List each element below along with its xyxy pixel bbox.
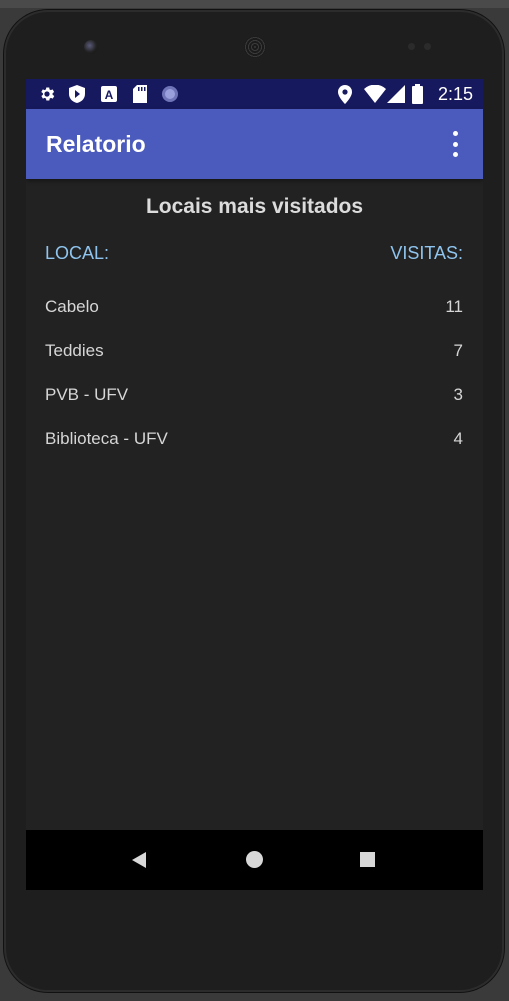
signal-icon: [386, 84, 406, 104]
device-screen: A 2:15 Relatorio Locais mais visitados L…: [26, 79, 483, 890]
place-name: Biblioteca - UFV: [45, 429, 168, 448]
sync-circle-icon: [160, 84, 180, 104]
proximity-sensor: [408, 43, 415, 50]
list-item: Cabelo 11: [45, 297, 463, 321]
visit-count: 11: [445, 297, 463, 316]
visit-count: 3: [453, 385, 463, 404]
place-name: Cabelo: [45, 297, 99, 316]
a-box-icon: A: [99, 84, 119, 104]
app-bar: Relatorio: [26, 109, 483, 179]
sd-card-icon: [130, 84, 150, 104]
visit-count: 7: [453, 341, 463, 360]
wifi-icon: [363, 84, 387, 104]
back-icon[interactable]: [132, 852, 146, 868]
navigation-bar: [26, 830, 483, 890]
location-pin-icon: [335, 84, 355, 104]
clock: 2:15: [437, 84, 473, 104]
place-name: Teddies: [45, 341, 104, 360]
battery-icon: [410, 84, 424, 104]
column-header-visitas: VISITAS:: [390, 243, 463, 263]
more-vert-icon[interactable]: [447, 131, 463, 157]
visit-count: 4: [453, 429, 463, 448]
shield-play-icon: [67, 84, 87, 104]
report-heading: Locais mais visitados: [145, 195, 364, 218]
front-camera: [84, 40, 98, 54]
column-header-local: LOCAL:: [45, 243, 110, 263]
home-icon[interactable]: [246, 851, 263, 868]
earpiece-speaker: [244, 36, 266, 58]
gear-icon: [37, 84, 57, 104]
host-window-strip: [0, 0, 509, 8]
report-content: Locais mais visitados LOCAL: VISITAS: Ca…: [26, 179, 483, 830]
recents-icon[interactable]: [360, 852, 375, 867]
app-title: Relatorio: [46, 131, 146, 157]
place-name: PVB - UFV: [45, 385, 129, 404]
list-item: Biblioteca - UFV 4: [45, 429, 463, 453]
list-item: PVB - UFV 3: [45, 385, 463, 409]
list-item: Teddies 7: [45, 341, 463, 365]
status-bar: A 2:15: [26, 79, 483, 109]
light-sensor: [424, 43, 431, 50]
svg-text:A: A: [105, 88, 114, 102]
